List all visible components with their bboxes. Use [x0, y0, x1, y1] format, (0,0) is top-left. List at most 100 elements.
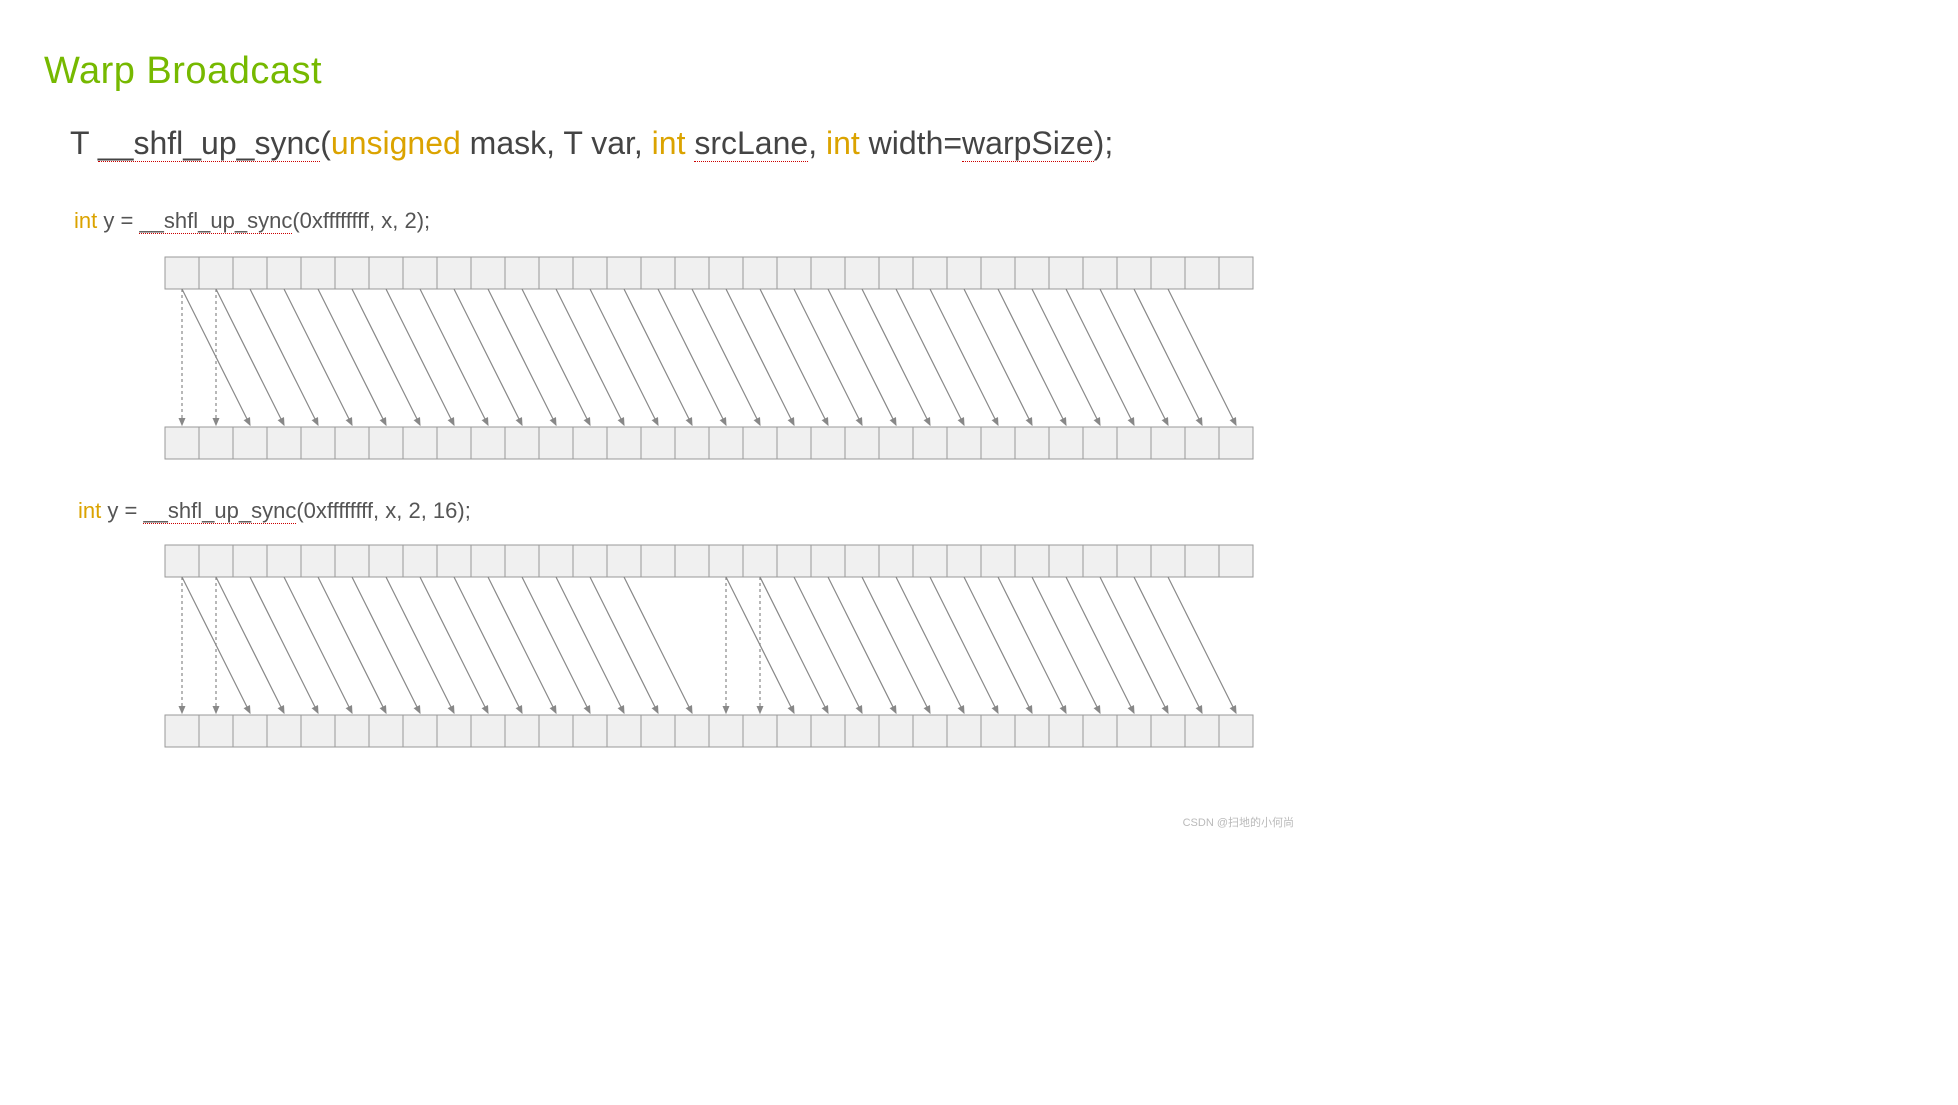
lane-cell	[437, 545, 471, 577]
arrow-shift	[794, 289, 862, 425]
lane-cell	[981, 427, 1015, 459]
lane-cell	[573, 427, 607, 459]
lane-cell	[573, 715, 607, 747]
lane-cell	[641, 427, 675, 459]
arrow-shift	[420, 289, 488, 425]
sig-srclane: srcLane	[694, 125, 808, 162]
lane-cell	[505, 257, 539, 289]
lane-cell	[505, 427, 539, 459]
lane-cell	[1151, 257, 1185, 289]
lane-cell	[743, 427, 777, 459]
arrow-shift	[726, 289, 794, 425]
code-example-1: int y = __shfl_up_sync(0xffffffff, x, 2)…	[74, 208, 430, 234]
lane-cell	[1015, 715, 1049, 747]
lane-cell	[1185, 427, 1219, 459]
arrow-shift	[964, 577, 1032, 713]
lane-cell	[845, 715, 879, 747]
arrow-shift	[1032, 577, 1100, 713]
lane-cell	[369, 545, 403, 577]
lane-cell	[1117, 257, 1151, 289]
diagram-shfl-up-width16	[160, 540, 1270, 756]
arrow-shift	[1134, 577, 1202, 713]
lane-cell	[301, 257, 335, 289]
lane-cell	[233, 715, 267, 747]
lane-cell	[471, 427, 505, 459]
sig-mask: mask, T var,	[461, 125, 652, 161]
lane-cell	[403, 545, 437, 577]
sig-return-type: T	[70, 125, 98, 161]
lane-cell	[777, 257, 811, 289]
arrow-shift	[216, 577, 284, 713]
arrow-shift	[590, 577, 658, 713]
sig-open: (	[320, 125, 331, 161]
lane-cell	[267, 257, 301, 289]
lane-cell	[335, 257, 369, 289]
arrow-shift	[250, 577, 318, 713]
lane-cell	[845, 257, 879, 289]
arrow-shift	[1100, 577, 1168, 713]
lane-cell	[1185, 545, 1219, 577]
diagram-shfl-up-width32	[160, 252, 1270, 468]
code2-args: (0xffffffff, x, 2, 16);	[296, 498, 471, 523]
arrow-shift	[522, 289, 590, 425]
sig-width: width=	[860, 125, 962, 161]
lane-cell	[335, 715, 369, 747]
lane-cell	[675, 715, 709, 747]
function-signature: T __shfl_up_sync(unsigned mask, T var, i…	[70, 125, 1113, 162]
lane-cell	[879, 545, 913, 577]
arrow-shift	[250, 289, 318, 425]
arrow-shift	[556, 577, 624, 713]
watermark: CSDN @扫地的小何尚	[1183, 814, 1294, 830]
arrow-shift	[862, 577, 930, 713]
lane-cell	[1015, 545, 1049, 577]
lane-cell	[913, 715, 947, 747]
lane-cell	[267, 427, 301, 459]
lane-cell	[573, 545, 607, 577]
arrow-shift	[216, 289, 284, 425]
code1-fn: __shfl_up_sync	[139, 208, 292, 234]
lane-cell	[403, 715, 437, 747]
lane-cell	[811, 427, 845, 459]
arrow-shift	[930, 289, 998, 425]
lane-cell	[539, 545, 573, 577]
lane-cell	[1219, 427, 1253, 459]
lane-cell	[539, 427, 573, 459]
arrow-shift	[624, 289, 692, 425]
arrow-shift	[760, 577, 828, 713]
sig-warpsize: warpSize	[962, 125, 1094, 162]
lane-cell	[437, 257, 471, 289]
lane-cell	[879, 715, 913, 747]
lane-cell	[743, 545, 777, 577]
lane-cell	[845, 427, 879, 459]
sig-kw-int2: int	[826, 125, 860, 161]
lane-cell	[165, 545, 199, 577]
arrow-shift	[556, 289, 624, 425]
lane-cell	[539, 257, 573, 289]
lane-cell	[1015, 257, 1049, 289]
lane-cell	[709, 545, 743, 577]
lane-cell	[199, 257, 233, 289]
code-example-2: int y = __shfl_up_sync(0xffffffff, x, 2,…	[78, 498, 471, 524]
code1-args: (0xffffffff, x, 2);	[292, 208, 430, 233]
lane-cell	[981, 715, 1015, 747]
lane-cell	[1049, 257, 1083, 289]
lane-cell	[981, 545, 1015, 577]
arrow-shift	[284, 289, 352, 425]
slide-title: Warp Broadcast	[44, 50, 322, 93]
slide: Warp Broadcast T __shfl_up_sync(unsigned…	[0, 0, 1300, 834]
lane-cell	[403, 257, 437, 289]
arrow-shift	[998, 577, 1066, 713]
lane-cell	[301, 427, 335, 459]
lane-cell	[743, 257, 777, 289]
lane-cell	[437, 715, 471, 747]
arrow-shift	[692, 289, 760, 425]
sig-fn-name: __shfl_up_sync	[98, 125, 320, 162]
lane-cell	[1219, 715, 1253, 747]
code1-kw: int	[74, 208, 97, 233]
lane-cell	[1083, 715, 1117, 747]
arrow-shift	[794, 577, 862, 713]
arrow-shift	[1066, 577, 1134, 713]
lane-cell	[1151, 427, 1185, 459]
lane-cell	[1015, 427, 1049, 459]
lane-cell	[947, 545, 981, 577]
